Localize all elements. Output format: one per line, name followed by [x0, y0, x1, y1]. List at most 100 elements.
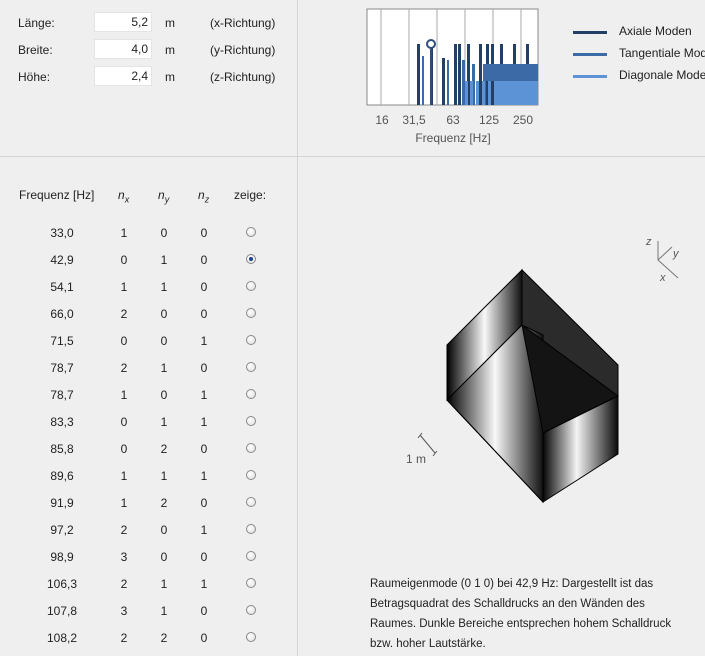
cell-freq: 108,2	[46, 631, 78, 645]
width-direction: (y-Richtung)	[210, 43, 276, 57]
cell-freq: 33,0	[50, 226, 74, 240]
cell-nx: 1	[120, 226, 128, 240]
mode-bar-diagonal	[470, 81, 473, 105]
cell-ny: 1	[160, 604, 168, 618]
cell-nz: 0	[200, 280, 208, 294]
table-row: 107,8 3 1 0	[0, 604, 298, 624]
table-row: 33,0 1 0 0	[0, 226, 298, 246]
axis-y-label: y	[673, 248, 679, 260]
table-row: 83,3 0 1 1	[0, 415, 298, 435]
cell-freq: 85,8	[50, 442, 74, 456]
table-row: 85,8 0 2 0	[0, 442, 298, 462]
cell-nx: 0	[120, 253, 128, 267]
axis-y-line	[657, 246, 673, 261]
cell-freq: 83,3	[50, 415, 74, 429]
table-row: 78,7 2 1 0	[0, 361, 298, 381]
header-nz: nz	[198, 188, 210, 205]
mode-band-diagonal	[494, 81, 538, 105]
legend-label: Tangentiale Moden	[619, 46, 705, 60]
height-input[interactable]: 2,4	[94, 66, 152, 86]
length-unit: m	[165, 16, 175, 30]
cell-freq: 42,9	[50, 253, 74, 267]
cell-ny: 2	[160, 631, 168, 645]
width-label: Breite:	[18, 43, 53, 57]
cell-ny: 1	[160, 361, 168, 375]
mode-bar-tangential	[422, 56, 424, 105]
cell-ny: 2	[160, 442, 168, 456]
cell-nx: 1	[120, 496, 128, 510]
show-mode-radio[interactable]	[246, 416, 256, 426]
cell-freq: 89,6	[50, 469, 74, 483]
width-input[interactable]: 4,0	[94, 39, 152, 59]
table-row: 54,1 1 1 0	[0, 280, 298, 300]
selected-mode-marker[interactable]	[426, 39, 436, 49]
header-frequency: Frequenz [Hz]	[19, 188, 95, 202]
table-row: 106,3 2 1 1	[0, 577, 298, 597]
cell-freq: 54,1	[50, 280, 74, 294]
show-mode-radio[interactable]	[246, 524, 256, 534]
cell-nx: 3	[120, 550, 128, 564]
table-row: 91,9 1 2 0	[0, 496, 298, 516]
mode-bar-diagonal	[476, 81, 479, 105]
cell-nz: 1	[200, 388, 208, 402]
show-mode-radio[interactable]	[246, 578, 256, 588]
cell-nz: 1	[200, 523, 208, 537]
cell-nx: 2	[120, 307, 128, 321]
header-ny: ny	[158, 188, 170, 205]
height-unit: m	[165, 70, 175, 84]
show-mode-radio[interactable]	[246, 281, 256, 291]
cell-freq: 66,0	[50, 307, 74, 321]
mode-bar-axial	[479, 44, 482, 105]
cell-ny: 2	[160, 496, 168, 510]
table-row: 78,7 1 0 1	[0, 388, 298, 408]
show-mode-radio[interactable]	[246, 308, 256, 318]
cell-ny: 0	[160, 226, 168, 240]
show-mode-radio[interactable]	[246, 551, 256, 561]
cell-ny: 1	[160, 415, 168, 429]
show-mode-radio[interactable]	[246, 254, 256, 264]
scale-bar	[419, 434, 436, 454]
table-row: 71,5 0 0 1	[0, 334, 298, 354]
cell-nz: 0	[200, 631, 208, 645]
cell-nx: 0	[120, 334, 128, 348]
cell-nz: 0	[200, 361, 208, 375]
cell-ny: 0	[160, 523, 168, 537]
show-mode-radio[interactable]	[246, 335, 256, 345]
cell-nx: 1	[120, 280, 128, 294]
show-mode-radio[interactable]	[246, 605, 256, 615]
tick-label: 31,5	[402, 113, 426, 127]
table-row: 98,9 3 0 0	[0, 550, 298, 570]
mode-bar-axial	[458, 44, 461, 105]
height-direction: (z-Richtung)	[210, 70, 276, 84]
show-mode-radio[interactable]	[246, 227, 256, 237]
show-mode-radio[interactable]	[246, 443, 256, 453]
show-mode-radio[interactable]	[246, 497, 256, 507]
cell-nz: 0	[200, 604, 208, 618]
cell-nz: 1	[200, 577, 208, 591]
tick-label: 16	[375, 113, 389, 127]
mode-bar-tangential	[462, 60, 465, 105]
show-mode-radio[interactable]	[246, 470, 256, 480]
cell-freq: 98,9	[50, 550, 74, 564]
table-row: 42,9 0 1 0	[0, 253, 298, 273]
header-show: zeige:	[234, 188, 267, 202]
cell-ny: 0	[160, 550, 168, 564]
length-input[interactable]: 5,2	[94, 12, 152, 32]
show-mode-radio[interactable]	[246, 632, 256, 642]
mode-bar-tangential	[447, 60, 449, 105]
show-mode-radio[interactable]	[246, 362, 256, 372]
mode-band-tangential	[486, 64, 538, 81]
show-mode-radio[interactable]	[246, 389, 256, 399]
cell-nx: 1	[120, 388, 128, 402]
mode-bar-diagonal	[465, 81, 468, 105]
cell-nx: 2	[120, 577, 128, 591]
cell-freq: 107,8	[46, 604, 78, 618]
length-direction: (x-Richtung)	[210, 16, 276, 30]
cell-nz: 1	[200, 334, 208, 348]
mode-bar-axial	[417, 44, 420, 105]
cell-nz: 1	[200, 415, 208, 429]
legend-swatch	[573, 31, 607, 34]
cell-ny: 1	[160, 280, 168, 294]
length-label: Länge:	[18, 16, 55, 30]
cell-nz: 0	[200, 226, 208, 240]
